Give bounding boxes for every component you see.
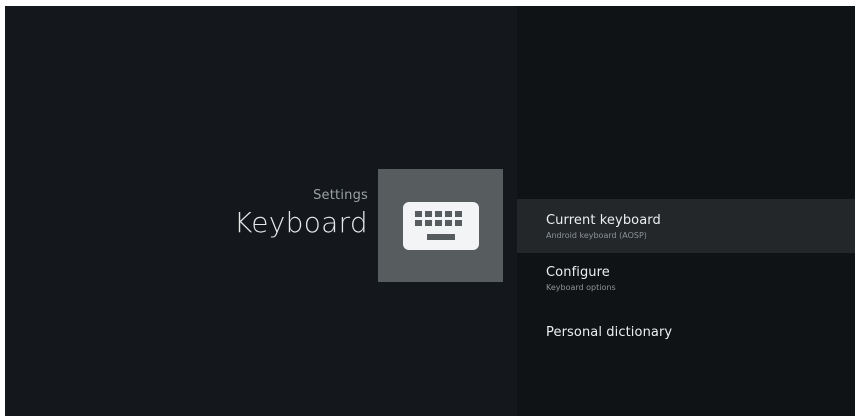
header-pane: Settings Keyboard [5, 6, 517, 416]
settings-list: Current keyboard Android keyboard (AOSP)… [517, 6, 855, 416]
menu-item-current-keyboard[interactable]: Current keyboard Android keyboard (AOSP) [517, 199, 855, 253]
keyboard-icon [403, 202, 479, 250]
menu-item-summary: Android keyboard (AOSP) [546, 231, 647, 240]
menu-item-summary: Keyboard options [546, 283, 616, 292]
tv-settings-screen: Settings Keyboard Current keyboard Andro… [5, 6, 855, 416]
menu-item-title: Configure [546, 265, 610, 280]
keyboard-icon-tile [378, 169, 503, 282]
menu-item-title: Current keyboard [546, 213, 661, 228]
menu-item-personal-dictionary[interactable]: Personal dictionary [517, 307, 855, 361]
menu-item-configure[interactable]: Configure Keyboard options [517, 253, 855, 307]
breadcrumb: Settings [313, 188, 368, 203]
menu-item-title: Personal dictionary [546, 325, 673, 340]
page-title: Keyboard [233, 206, 368, 239]
